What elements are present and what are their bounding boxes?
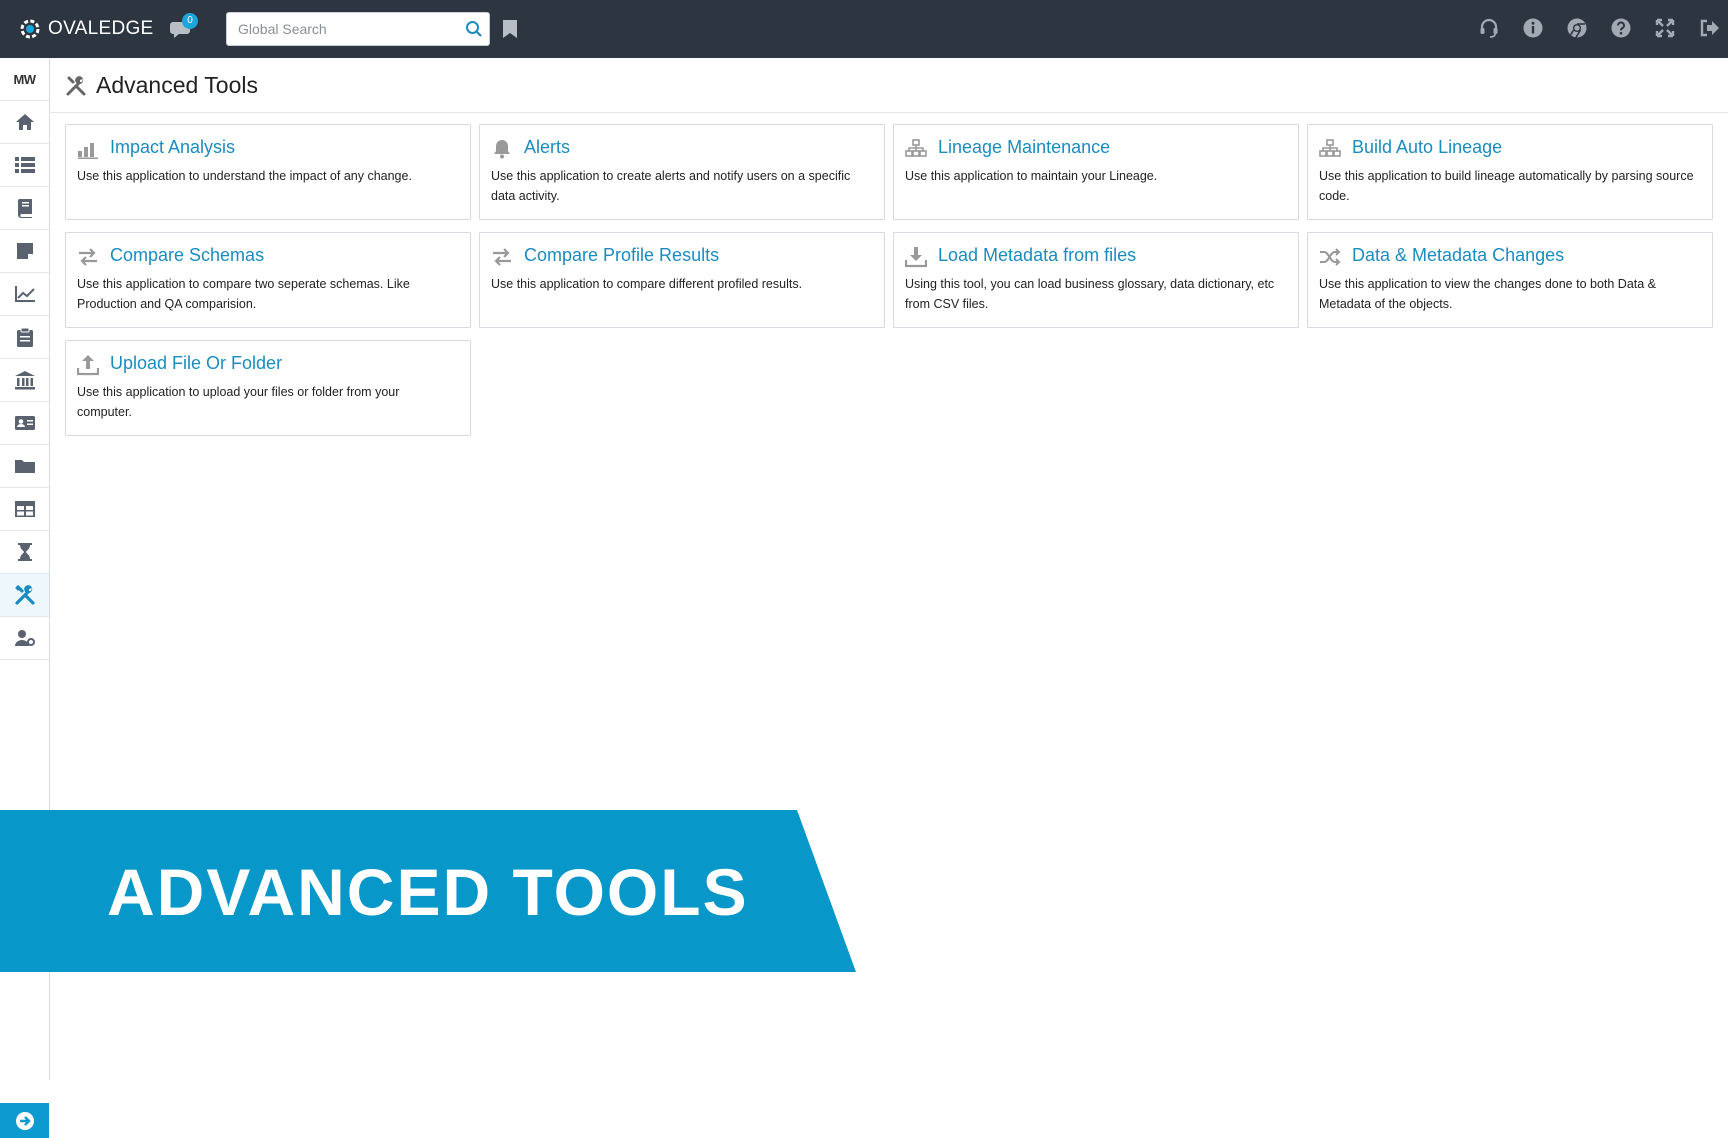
- arrow-right-circle-icon: [15, 1111, 34, 1130]
- info-icon[interactable]: [1522, 17, 1544, 39]
- sidebar-item-id-card[interactable]: [0, 402, 49, 445]
- card-title[interactable]: Load Metadata from files: [938, 245, 1136, 266]
- card-description: Use this application to understand the i…: [77, 169, 412, 183]
- tool-card-alerts[interactable]: Alerts Use this application to create al…: [479, 124, 885, 220]
- card-title[interactable]: Build Auto Lineage: [1352, 137, 1502, 158]
- help-icon[interactable]: [1610, 17, 1632, 39]
- folder-icon: [14, 460, 35, 473]
- bell-icon: [494, 140, 510, 159]
- page-title: Advanced Tools: [96, 72, 258, 98]
- sidebar-item-table[interactable]: [0, 488, 49, 531]
- sidebar-item-user-settings[interactable]: [0, 617, 49, 660]
- card-title[interactable]: Lineage Maintenance: [938, 137, 1110, 158]
- sidebar-item-note[interactable]: [0, 230, 49, 273]
- bookmark-icon[interactable]: [502, 19, 518, 39]
- logout-icon[interactable]: [1698, 17, 1720, 39]
- brand-name: OVALEDGE: [48, 18, 154, 39]
- table-icon: [14, 501, 35, 517]
- tool-card-upload-file-or-folder[interactable]: Upload File Or Folder Use this applicati…: [65, 340, 471, 436]
- card-description: Use this application to compare two sepe…: [77, 277, 410, 311]
- tool-card-impact-analysis[interactable]: Impact Analysis Use this application to …: [65, 124, 471, 220]
- tool-card-compare-schemas[interactable]: Compare Schemas Use this application to …: [65, 232, 471, 328]
- tool-card-lineage-maintenance[interactable]: Lineage Maintenance Use this application…: [893, 124, 1299, 220]
- page-header: Advanced Tools: [49, 58, 1728, 113]
- chat-badge: 0: [182, 13, 198, 29]
- exchange-icon: [493, 248, 511, 266]
- book-icon: [17, 199, 32, 218]
- card-title[interactable]: Compare Profile Results: [524, 245, 719, 266]
- bar-chart-icon: [78, 143, 98, 159]
- note-icon: [16, 243, 33, 259]
- card-description: Use this application to maintain your Li…: [905, 169, 1158, 183]
- home-icon: [15, 114, 34, 130]
- sidebar-item-list[interactable]: [0, 144, 49, 187]
- ovaledge-logo[interactable]: OVALEDGE: [18, 14, 154, 44]
- sidebar-item-chart[interactable]: [0, 273, 49, 316]
- sitemap-icon: [905, 139, 927, 157]
- user-settings-icon: [14, 630, 35, 646]
- tool-card-compare-profile-results[interactable]: Compare Profile Results Use this applica…: [479, 232, 885, 328]
- shuffle-icon: [1320, 248, 1341, 266]
- card-title[interactable]: Compare Schemas: [110, 245, 264, 266]
- chrome-icon[interactable]: [1566, 17, 1588, 39]
- exchange-icon: [79, 248, 97, 266]
- card-title[interactable]: Impact Analysis: [110, 137, 235, 158]
- bank-icon: [14, 371, 35, 390]
- top-bar: OVALEDGE 0: [0, 0, 1728, 58]
- search-icon[interactable]: [465, 20, 483, 38]
- card-description: Use this application to create alerts an…: [491, 169, 851, 203]
- tool-card-build-auto-lineage[interactable]: Build Auto Lineage Use this application …: [1307, 124, 1713, 220]
- card-description: Using this tool, you can load business g…: [905, 277, 1275, 311]
- sidebar-item-tools[interactable]: [0, 574, 49, 617]
- card-description: Use this application to build lineage au…: [1319, 169, 1694, 203]
- banner-title: ADVANCED TOOLS: [107, 855, 749, 929]
- tool-card-load-metadata-from-files[interactable]: Load Metadata from files Using this tool…: [893, 232, 1299, 328]
- download-icon: [905, 247, 927, 268]
- tools-icon: [66, 76, 86, 96]
- sidebar-item-home[interactable]: [0, 101, 49, 144]
- upload-icon: [77, 355, 99, 376]
- chart-icon: [14, 286, 35, 302]
- hourglass-icon: [17, 543, 32, 561]
- sitemap-icon: [1319, 139, 1341, 157]
- sidebar-item-book[interactable]: [0, 187, 49, 230]
- sidebar-item-hourglass[interactable]: [0, 531, 49, 574]
- tools-icon: [14, 585, 35, 605]
- card-title[interactable]: Alerts: [524, 137, 570, 158]
- clipboard-icon: [16, 327, 33, 347]
- card-title[interactable]: Data & Metadata Changes: [1352, 245, 1564, 266]
- global-search: [226, 12, 490, 46]
- list-icon: [14, 157, 35, 173]
- fullscreen-icon[interactable]: [1654, 17, 1676, 39]
- headset-icon[interactable]: [1478, 17, 1500, 39]
- id-card-icon: [14, 416, 35, 430]
- user-initials: MW: [13, 71, 36, 87]
- tool-card-data-metadata-changes[interactable]: Data & Metadata Changes Use this applica…: [1307, 232, 1713, 328]
- sidebar-expand-button[interactable]: [0, 1103, 49, 1138]
- sidebar-item-clipboard[interactable]: [0, 316, 49, 359]
- card-title[interactable]: Upload File Or Folder: [110, 353, 282, 374]
- logo-gear-icon: [20, 19, 40, 39]
- sidebar-item-folder[interactable]: [0, 445, 49, 488]
- card-description: Use this application to compare differen…: [491, 277, 803, 291]
- sidebar-item-bank[interactable]: [0, 359, 49, 402]
- sidebar-user[interactable]: MW: [0, 58, 49, 101]
- global-search-input[interactable]: [227, 13, 457, 45]
- card-description: Use this application to upload your file…: [77, 385, 400, 419]
- card-description: Use this application to view the changes…: [1319, 277, 1657, 311]
